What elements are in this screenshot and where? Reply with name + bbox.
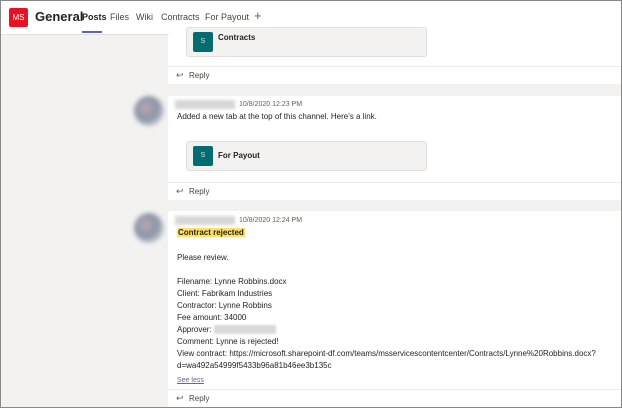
message-card: 10/8/2020 12:24 PM Contract rejected Ple… [168, 211, 621, 407]
message-text: Please review. [177, 253, 229, 262]
tab-for-payout[interactable]: For Payout [205, 12, 249, 22]
author-name [175, 216, 235, 225]
author-avatar[interactable] [134, 96, 164, 126]
tab-wiki[interactable]: Wiki [136, 12, 153, 22]
sharepoint-icon: S [193, 32, 213, 52]
reply-label: Reply [189, 394, 210, 403]
author-name [175, 100, 235, 109]
reply-icon: ↩ [176, 70, 184, 80]
reply-label: Reply [189, 71, 210, 80]
author-avatar[interactable] [134, 213, 164, 243]
message-text: Comment: Lynne is rejected! [177, 337, 279, 346]
message-timestamp: 10/8/2020 12:23 PM [239, 101, 303, 108]
sharepoint-icon: S [193, 146, 213, 166]
reply-row[interactable]: ↩ Reply [168, 389, 621, 407]
channel-title: General [35, 9, 84, 24]
see-less-link[interactable]: See less [177, 377, 204, 384]
message-card: S Contracts ↩ Reply [168, 27, 621, 84]
tab-link-card[interactable]: S Contracts [186, 27, 427, 57]
tab-contracts[interactable]: Contracts [161, 12, 200, 22]
team-avatar[interactable]: MS [9, 8, 28, 27]
message-text: Added a new tab at the top of this chann… [177, 112, 377, 121]
message-text: Contractor: Lynne Robbins [177, 301, 272, 310]
card-label: For Payout [218, 151, 260, 160]
contract-link-line[interactable]: d=wa492a54999f5433b96a81b46ee3b135c [177, 361, 332, 370]
tab-files[interactable]: Files [110, 12, 129, 22]
message-subject: Contract rejected [177, 228, 245, 237]
reply-row[interactable]: ↩ Reply [168, 66, 621, 84]
reply-icon: ↩ [176, 186, 184, 196]
active-tab-indicator [82, 31, 102, 33]
reply-row[interactable]: ↩ Reply [168, 182, 621, 200]
message-text: Filename: Lynne Robbins.docx [177, 277, 287, 286]
contract-link-line[interactable]: View contract: https://microsoft.sharepo… [177, 349, 596, 358]
tab-posts[interactable]: Posts [82, 12, 107, 22]
message-text: Fee amount: 34000 [177, 313, 247, 322]
teams-window: MS General Posts Files Wiki Contracts Fo… [0, 0, 622, 408]
reply-icon: ↩ [176, 393, 184, 403]
approver-line: Approver: [177, 325, 276, 335]
reply-label: Reply [189, 187, 210, 196]
tab-link-card[interactable]: S For Payout [186, 141, 427, 171]
message-timestamp: 10/8/2020 12:24 PM [239, 217, 303, 224]
message-card: 10/8/2020 12:23 PM Added a new tab at th… [168, 96, 621, 200]
message-text: Client: Fabrikam Industries [177, 289, 273, 298]
add-tab-icon[interactable]: + [254, 8, 262, 23]
redacted-approver [213, 325, 276, 335]
card-label: Contracts [218, 33, 256, 42]
